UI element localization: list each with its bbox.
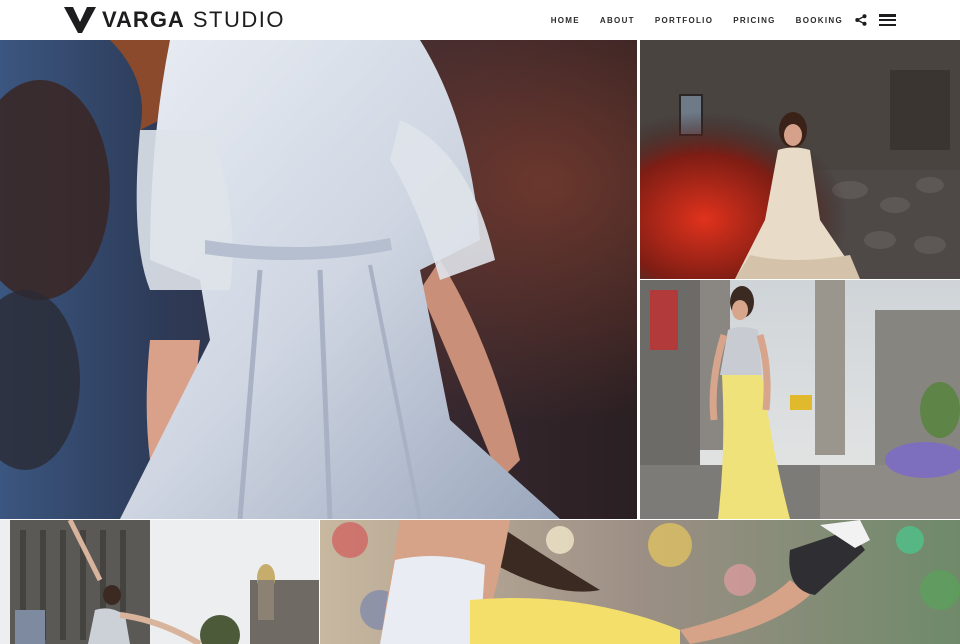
brand-name-bold: VARGA (102, 7, 185, 32)
share-icon[interactable] (855, 14, 867, 26)
gallery-photo-dancer-buildings[interactable] (0, 520, 319, 644)
nav-portfolio[interactable]: PORTFOLIO (655, 16, 713, 25)
photo-image (640, 280, 960, 519)
photo-image (0, 520, 319, 644)
gallery-photo-dancer-blurred[interactable] (320, 520, 960, 644)
nav-about[interactable]: ABOUT (600, 16, 635, 25)
portfolio-gallery (0, 40, 960, 644)
nav-booking[interactable]: BOOKING (796, 16, 843, 25)
hamburger-menu-icon[interactable] (879, 14, 896, 26)
gallery-photo-yellow-skirt-street[interactable] (640, 280, 960, 519)
photo-image (0, 40, 639, 519)
gallery-photo-white-dress-dusk[interactable] (0, 40, 639, 519)
brand-name-light: STUDIO (192, 7, 285, 32)
nav-home[interactable]: HOME (551, 16, 580, 25)
site-header: VARGA STUDIO HOME ABOUT PORTFOLIO PRICING… (0, 0, 960, 40)
photo-image (640, 40, 960, 279)
main-nav: HOME ABOUT PORTFOLIO PRICING BOOKING (551, 0, 896, 40)
photo-image (320, 520, 960, 644)
gallery-photo-stone-wall-red-light[interactable] (640, 40, 960, 279)
nav-pricing[interactable]: PRICING (733, 16, 775, 25)
menu-bar (879, 14, 896, 17)
logo-mark-icon (64, 7, 96, 33)
menu-bar (879, 18, 896, 22)
menu-bar (879, 23, 896, 26)
brand-name: VARGA STUDIO (102, 6, 285, 34)
brand-logo[interactable]: VARGA STUDIO (64, 6, 285, 34)
